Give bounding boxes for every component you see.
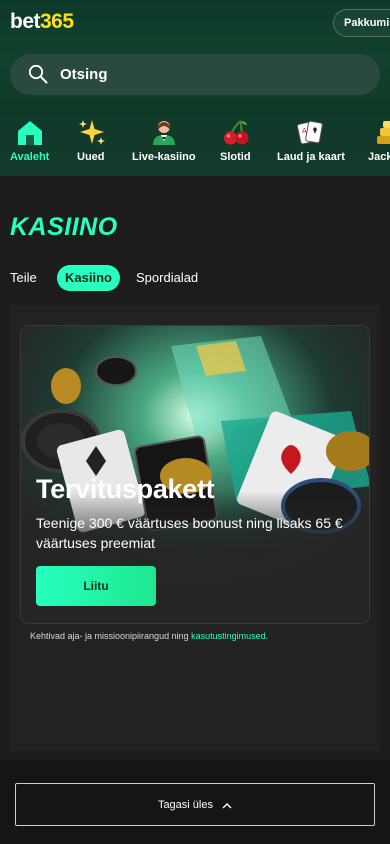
svg-text:A: A (302, 127, 307, 135)
search-input[interactable]: Otsing (10, 54, 380, 95)
nav-item-jackpots[interactable]: Jackpotid (362, 116, 390, 170)
nav-item-new[interactable]: Uued (70, 116, 112, 170)
tab-sports[interactable]: Spordialad (136, 265, 198, 291)
cherry-icon (224, 120, 249, 145)
nav-label: Uued (77, 151, 105, 163)
dealer-icon (153, 121, 175, 145)
nav-item-slots[interactable]: Slotid (214, 116, 258, 170)
page-title: KASIINO (10, 213, 118, 241)
jackpot-icon (377, 121, 390, 144)
page: bet365 Pakkumised Otsing Avaleht (0, 0, 390, 844)
terms-note: Kehtivad aja- ja missioonipiirangud ning… (30, 631, 269, 641)
nav-label: Live-kasiino (132, 151, 196, 163)
category-nav: Avaleht Uued Live-kasiino Slotid A Laud … (0, 116, 390, 170)
welcome-offer-card[interactable]: Tervituspakett Teenige 300 € väärtuses b… (20, 325, 370, 624)
nav-item-live-casino[interactable]: Live-kasiino (126, 116, 202, 170)
nav-item-table-card[interactable]: A Laud ja kaart (270, 116, 350, 170)
sparkles-icon (79, 120, 105, 145)
join-button[interactable]: Liitu (36, 566, 156, 606)
header: bet365 Pakkumised Otsing Avaleht (0, 0, 390, 176)
nav-label: Slotid (220, 151, 251, 163)
promo-description: Teenige 300 € väärtuses boonust ning lis… (36, 515, 343, 551)
nav-item-home[interactable]: Avaleht (0, 116, 60, 170)
nav-label: Avaleht (10, 151, 50, 163)
nav-label: Laud ja kaart (277, 151, 345, 163)
offers-button[interactable]: Pakkumised (333, 9, 390, 37)
bet365-logo[interactable]: bet365 (10, 10, 74, 34)
terms-link[interactable]: kasutustingimused. (191, 631, 268, 641)
search-placeholder: Otsing (60, 66, 108, 83)
promo-title: Tervituspakett (36, 474, 215, 504)
chevron-up-icon (222, 802, 232, 809)
home-icon (18, 121, 42, 145)
nav-label: Jackpotid (368, 151, 390, 163)
tab-casino[interactable]: Kasiino (57, 265, 120, 291)
search-icon (28, 64, 48, 84)
cards-icon: A (296, 120, 323, 145)
tab-for-you[interactable]: Teile (10, 265, 37, 291)
back-to-top-button[interactable]: Tagasi üles (15, 783, 375, 826)
